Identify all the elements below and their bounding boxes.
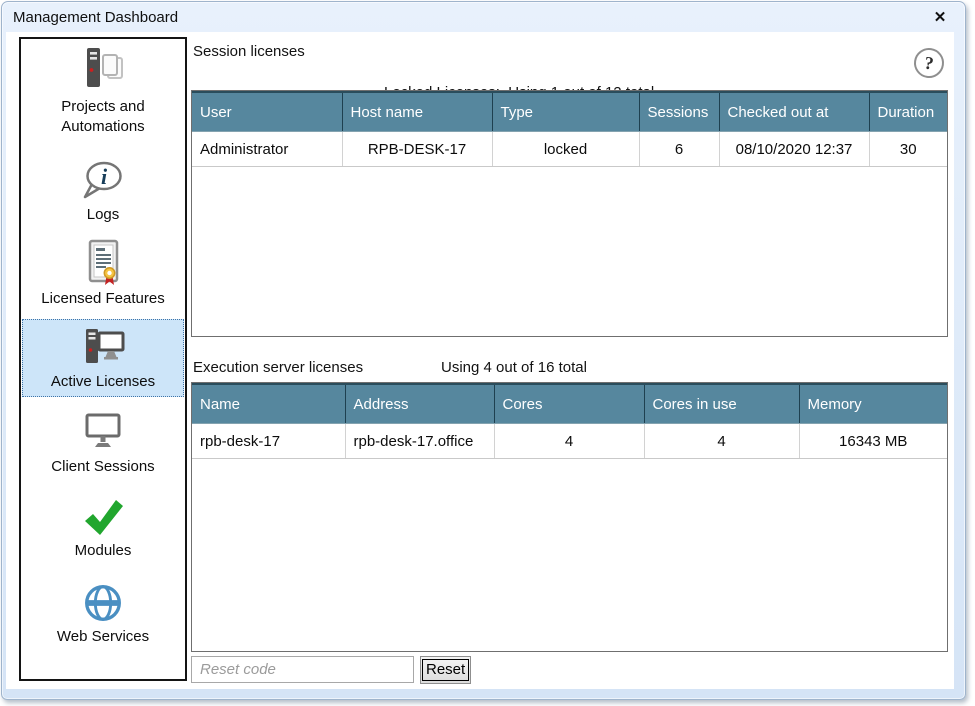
column-header-memory[interactable]: Memory bbox=[799, 384, 947, 424]
reset-button[interactable]: Reset bbox=[420, 656, 471, 684]
sidebar-item-licensed-features[interactable]: Licensed Features bbox=[21, 235, 185, 311]
column-header-name[interactable]: Name bbox=[192, 384, 345, 424]
help-icon[interactable]: ? bbox=[912, 46, 946, 80]
content-area: Projects and Automations i Logs bbox=[6, 32, 954, 689]
column-header-checked-out-at[interactable]: Checked out at bbox=[719, 92, 869, 132]
cell-name: rpb-desk-17 bbox=[192, 424, 345, 459]
sidebar-item-projects-and-automations[interactable]: Projects and Automations bbox=[21, 43, 185, 139]
cell-type: locked bbox=[492, 132, 639, 167]
column-header-cores[interactable]: Cores bbox=[494, 384, 644, 424]
sidebar-item-label: Projects and Automations bbox=[28, 97, 178, 137]
execution-table-header-row: Name Address Cores Cores in use Memory bbox=[192, 384, 947, 424]
licensed-features-icon bbox=[79, 237, 127, 289]
column-header-duration[interactable]: Duration bbox=[869, 92, 947, 132]
title-bar[interactable]: Management Dashboard ✕ bbox=[2, 2, 965, 32]
cell-cores-in-use: 4 bbox=[644, 424, 799, 459]
column-header-type[interactable]: Type bbox=[492, 92, 639, 132]
sidebar-item-label: Client Sessions bbox=[51, 457, 154, 477]
projects-icon bbox=[77, 45, 129, 97]
column-header-sessions[interactable]: Sessions bbox=[639, 92, 719, 132]
column-header-user[interactable]: User bbox=[192, 92, 342, 132]
session-licenses-title: Session licenses bbox=[193, 43, 305, 60]
cell-address: rpb-desk-17.office bbox=[345, 424, 494, 459]
sidebar-item-web-services[interactable]: Web Services bbox=[21, 577, 185, 649]
cell-host-name: RPB-DESK-17 bbox=[342, 132, 492, 167]
logs-icon: i bbox=[78, 155, 128, 205]
sidebar-item-label: Logs bbox=[87, 205, 120, 225]
web-services-icon bbox=[80, 579, 126, 627]
table-row[interactable]: rpb-desk-17 rpb-desk-17.office 4 4 16343… bbox=[192, 424, 947, 459]
cell-checked-out-at: 08/10/2020 12:37 bbox=[719, 132, 869, 167]
close-icon[interactable]: ✕ bbox=[931, 8, 949, 26]
svg-text:i: i bbox=[101, 164, 108, 189]
sidebar: Projects and Automations i Logs bbox=[19, 37, 187, 681]
reset-code-input[interactable] bbox=[191, 656, 414, 683]
execution-usage-line: Using 4 out of 16 total bbox=[441, 359, 587, 376]
modules-icon bbox=[80, 495, 126, 541]
execution-server-licenses-title: Execution server licenses bbox=[193, 359, 363, 376]
cell-memory: 16343 MB bbox=[799, 424, 947, 459]
session-table-header-row: User Host name Type Sessions Checked out… bbox=[192, 92, 947, 132]
window-title: Management Dashboard bbox=[13, 9, 178, 26]
column-header-cores-in-use[interactable]: Cores in use bbox=[644, 384, 799, 424]
reset-button-label: Reset bbox=[422, 659, 469, 681]
sidebar-item-label: Modules bbox=[75, 541, 132, 561]
session-licenses-table: User Host name Type Sessions Checked out… bbox=[191, 90, 948, 337]
cell-user: Administrator bbox=[192, 132, 342, 167]
sidebar-item-logs[interactable]: i Logs bbox=[21, 153, 185, 227]
column-header-host-name[interactable]: Host name bbox=[342, 92, 492, 132]
sidebar-item-label: Web Services bbox=[57, 627, 149, 647]
sidebar-item-active-licenses[interactable]: Active Licenses bbox=[22, 319, 184, 397]
management-dashboard-window: Management Dashboard ✕ Projects and Auto… bbox=[1, 1, 966, 700]
cell-sessions: 6 bbox=[639, 132, 719, 167]
sidebar-item-modules[interactable]: Modules bbox=[21, 493, 185, 563]
sidebar-item-label: Active Licenses bbox=[51, 372, 155, 392]
sidebar-item-label: Licensed Features bbox=[41, 289, 164, 309]
cell-duration: 30 bbox=[869, 132, 947, 167]
active-licenses-icon bbox=[78, 324, 128, 372]
column-header-address[interactable]: Address bbox=[345, 384, 494, 424]
sidebar-item-client-sessions[interactable]: Client Sessions bbox=[21, 405, 185, 479]
table-row[interactable]: Administrator RPB-DESK-17 locked 6 08/10… bbox=[192, 132, 947, 167]
execution-server-licenses-table: Name Address Cores Cores in use Memory r… bbox=[191, 382, 948, 652]
client-sessions-icon bbox=[79, 407, 127, 457]
cell-cores: 4 bbox=[494, 424, 644, 459]
